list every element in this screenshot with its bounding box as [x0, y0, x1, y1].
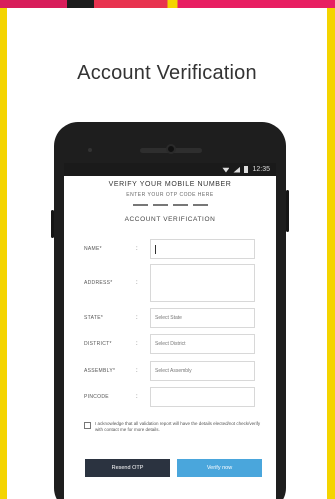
top-color-strip — [0, 0, 335, 8]
address-field[interactable] — [150, 264, 255, 302]
colon: : — [136, 315, 138, 321]
otp-digit-2[interactable] — [152, 204, 168, 206]
resend-otp-button[interactable]: Resend OTP — [85, 459, 170, 477]
address-label: ADDRESS* — [84, 280, 113, 286]
phone-mockup: 12:35 VERIFY YOUR MOBILE NUMBER ENTER YO… — [51, 122, 289, 499]
pincode-label: PINCODE — [84, 394, 109, 400]
phone-screen: 12:35 VERIFY YOUR MOBILE NUMBER ENTER YO… — [64, 163, 276, 499]
wifi-icon — [222, 167, 230, 173]
state-label: STATE* — [84, 315, 104, 321]
form-row-assembly: ASSEMBLY* : Select Assembly — [84, 361, 264, 381]
pincode-field[interactable] — [150, 387, 255, 407]
consent-checkbox[interactable] — [84, 422, 91, 429]
front-camera — [166, 144, 176, 154]
front-sensor — [88, 148, 92, 152]
state-select[interactable]: Select State — [150, 308, 255, 328]
colon: : — [136, 246, 138, 252]
assembly-label: ASSEMBLY* — [84, 368, 116, 374]
form-row-pincode: PINCODE : — [84, 387, 264, 407]
name-field[interactable] — [150, 239, 255, 259]
otp-digit-4[interactable] — [192, 204, 208, 206]
form-row-state: STATE* : Select State — [84, 308, 264, 328]
otp-digit-3[interactable] — [172, 204, 188, 206]
otp-hint: ENTER YOUR OTP CODE HERE — [126, 192, 214, 198]
status-bar: 12:35 — [64, 163, 276, 176]
battery-icon — [244, 166, 249, 173]
assembly-select[interactable]: Select Assembly — [150, 361, 255, 381]
verify-now-button[interactable]: Verify now — [177, 459, 262, 477]
consent-row: I acknowledge that all validation report… — [84, 421, 269, 433]
colon: : — [136, 341, 138, 347]
signal-icon — [233, 166, 241, 173]
district-label: DISTRICT* — [84, 341, 112, 347]
colon: : — [136, 368, 138, 374]
section-title: ACCOUNT VERIFICATION — [124, 216, 216, 223]
otp-input-group[interactable] — [64, 204, 276, 206]
consent-text: I acknowledge that all validation report… — [95, 421, 261, 433]
text-cursor — [155, 244, 156, 254]
name-label: NAME* — [84, 246, 102, 252]
volume-button — [51, 210, 54, 238]
otp-digit-1[interactable] — [132, 204, 148, 206]
form-row-district: DISTRICT* : Select District — [84, 334, 264, 354]
form-row-address: ADDRESS* : — [84, 264, 264, 302]
status-clock: 12:35 — [252, 166, 270, 173]
verify-title: VERIFY YOUR MOBILE NUMBER — [108, 181, 232, 188]
page-title: Account Verification — [77, 62, 257, 84]
colon: : — [136, 280, 138, 286]
district-select[interactable]: Select District — [150, 334, 255, 354]
power-button — [286, 190, 289, 232]
colon: : — [136, 394, 138, 400]
form-row-name: NAME* : — [84, 239, 264, 259]
